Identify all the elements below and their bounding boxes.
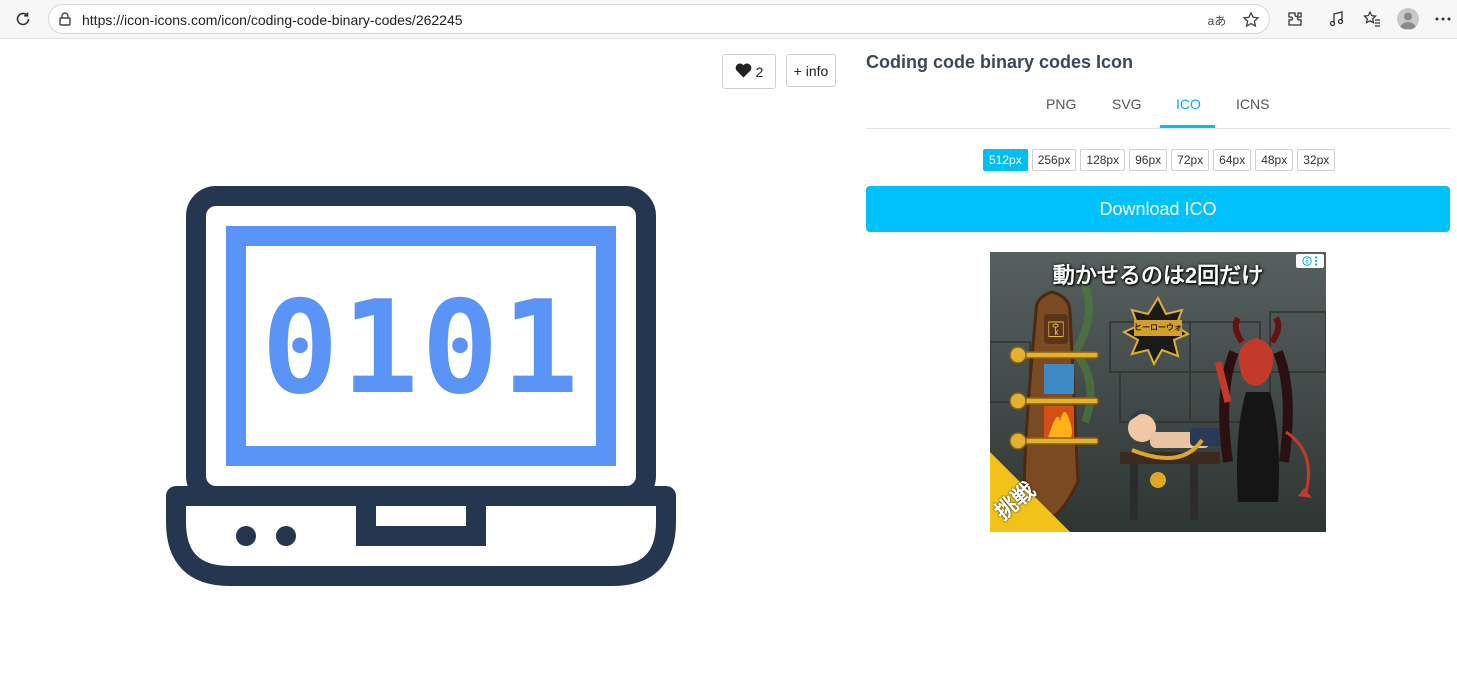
- size-option-256[interactable]: 256px: [1031, 149, 1077, 171]
- size-option-72[interactable]: 72px: [1171, 149, 1210, 171]
- size-option-96[interactable]: 96px: [1129, 149, 1168, 171]
- info-button[interactable]: + info: [786, 54, 836, 87]
- tab-png[interactable]: PNG: [1046, 96, 1076, 112]
- laptop-binary-icon: 0 1 0 1: [166, 186, 676, 586]
- like-button[interactable]: 2: [722, 54, 776, 89]
- favorites-icon[interactable]: [1361, 8, 1383, 30]
- tab-icns[interactable]: ICNS: [1236, 96, 1269, 112]
- heart-icon: [735, 63, 752, 81]
- digit: 1: [501, 274, 578, 423]
- like-count: 2: [755, 63, 764, 80]
- address-bar[interactable]: https://icon-icons.com/icon/coding-code-…: [48, 4, 1270, 34]
- size-options: 512px 256px 128px 96px 72px 64px 48px 32…: [983, 149, 1336, 171]
- svg-text:⚿: ⚿: [1048, 318, 1065, 343]
- digit: 0: [261, 274, 338, 423]
- ad-logo: ヒーローウォーズ: [1134, 323, 1182, 348]
- favorite-star-icon[interactable]: [1241, 10, 1261, 30]
- extensions-icon[interactable]: [1284, 8, 1306, 30]
- active-tab-indicator: [1160, 125, 1215, 128]
- ad-choices-icon[interactable]: [1296, 254, 1324, 268]
- reload-icon[interactable]: [12, 8, 34, 30]
- tab-ico[interactable]: ICO: [1176, 96, 1201, 112]
- ad-headline: 動かせるのは2回だけ: [1052, 263, 1264, 288]
- more-menu-icon[interactable]: [1432, 8, 1454, 30]
- size-option-64[interactable]: 64px: [1213, 149, 1252, 171]
- ad-artwork: ⚿: [990, 252, 1326, 532]
- browser-toolbar: https://icon-icons.com/icon/coding-code-…: [0, 0, 1457, 39]
- profile-avatar[interactable]: [1397, 8, 1419, 30]
- format-tabs: PNG SVG ICO ICNS: [866, 88, 1450, 129]
- digit: 1: [341, 274, 418, 423]
- size-option-128[interactable]: 128px: [1080, 149, 1126, 171]
- translate-icon[interactable]: aあ: [1207, 10, 1227, 30]
- advertisement[interactable]: ⚿ 動かせるのは2回だけ ヒーローウォーズ 挑戦: [990, 252, 1326, 532]
- size-option-48[interactable]: 48px: [1255, 149, 1294, 171]
- digit: 0: [421, 274, 498, 423]
- download-button[interactable]: Download ICO: [866, 186, 1450, 232]
- lock-icon[interactable]: [57, 11, 73, 27]
- url-text[interactable]: https://icon-icons.com/icon/coding-code-…: [82, 12, 463, 28]
- page-title: Coding code binary codes Icon: [866, 52, 1134, 72]
- media-icon[interactable]: [1326, 8, 1348, 30]
- size-option-512[interactable]: 512px: [983, 149, 1028, 171]
- size-option-32[interactable]: 32px: [1297, 149, 1336, 171]
- icon-preview: 0 1 0 1: [160, 180, 680, 590]
- tab-svg[interactable]: SVG: [1112, 96, 1142, 112]
